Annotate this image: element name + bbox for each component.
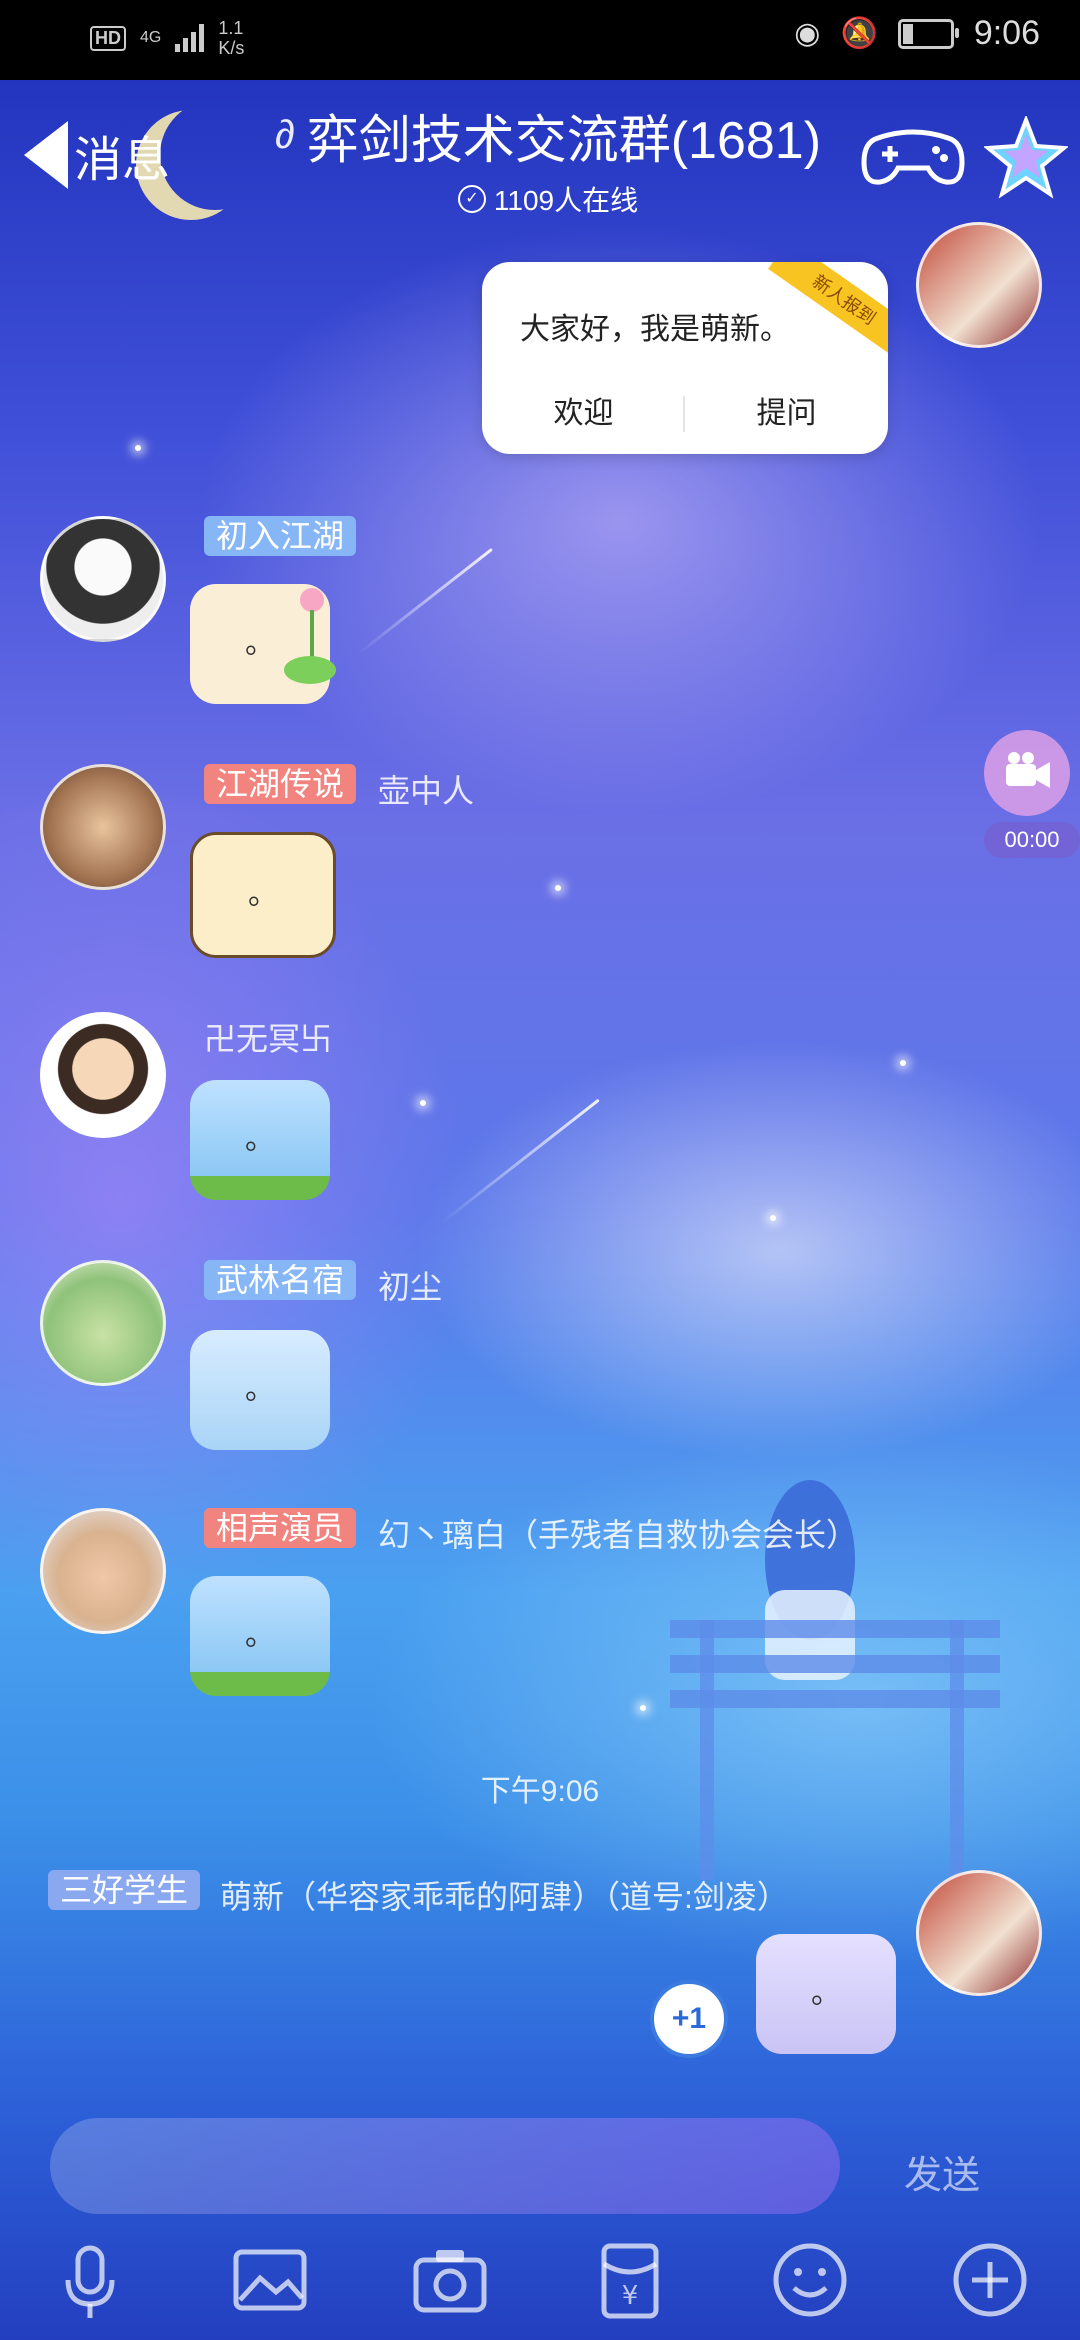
member-title-tag: 相声演员 xyxy=(204,1508,357,1548)
camera-icon[interactable] xyxy=(410,2240,490,2320)
new-member-card: 新人报到 大家好，我是萌新。 欢迎 提问 xyxy=(482,262,888,454)
message-input[interactable] xyxy=(50,2118,840,2214)
self-message-bubble[interactable]: 。 xyxy=(756,1934,896,2054)
sparkle xyxy=(770,1215,776,1221)
earpiece-icon: ∂ xyxy=(274,113,295,157)
shooting-star xyxy=(440,1098,600,1225)
member-title-tag: 武林名宿 xyxy=(204,1260,357,1300)
clock: 9:06 xyxy=(973,14,1040,52)
plus-icon[interactable] xyxy=(950,2240,1030,2320)
message-bubble[interactable]: 。 xyxy=(190,1330,330,1450)
video-call-timer: 00:00 xyxy=(984,822,1080,858)
avatar-self[interactable] xyxy=(916,1870,1042,1996)
message-bubble[interactable]: 。 xyxy=(190,1576,330,1696)
battery-icon xyxy=(897,18,959,49)
member-title-tag: 初入江湖 xyxy=(204,516,357,556)
group-title: 弈剑技术交流群(1681) xyxy=(306,112,822,170)
member-nickname: 壶中人 xyxy=(378,773,475,809)
emoji-icon[interactable] xyxy=(770,2240,850,2320)
message-timestamp: 下午9:06 xyxy=(480,1775,600,1808)
back-label: 消息 xyxy=(74,134,171,187)
member-nickname: 初尘 xyxy=(378,1269,443,1305)
send-button[interactable]: 发送 xyxy=(904,2144,980,2199)
mic-icon[interactable] xyxy=(50,2240,130,2320)
bottom-toolbar: ¥ xyxy=(0,2230,1080,2340)
member-nickname: 幻丶璃白（手残者自救协会会长） xyxy=(378,1517,859,1553)
sparkle xyxy=(420,1100,426,1106)
chat-header: 消息 ∂ 弈剑技术交流群(1681) ✓ 1109人在线 xyxy=(0,80,1080,230)
avatar-self-top[interactable] xyxy=(916,222,1042,348)
game-controller-icon[interactable] xyxy=(858,120,968,190)
message-bubble[interactable]: 。 xyxy=(190,1080,330,1200)
sparkle xyxy=(900,1060,906,1066)
sparkle xyxy=(135,445,141,451)
mute-bell-icon: 🔕 xyxy=(840,17,878,50)
image-icon[interactable] xyxy=(230,2240,310,2320)
hd-indicator: HD xyxy=(90,25,126,51)
eye-comfort-icon: ◉ xyxy=(794,17,821,50)
self-title-tag: 三好学生 xyxy=(48,1870,201,1910)
video-camera-icon xyxy=(1006,752,1050,788)
back-button[interactable]: 消息 xyxy=(24,120,170,190)
online-check-icon: ✓ xyxy=(457,185,486,213)
red-packet-icon[interactable]: ¥ xyxy=(590,2240,670,2320)
avatar[interactable] xyxy=(40,1508,166,1634)
network-speed: 1.1 K/s xyxy=(218,18,244,58)
sparkle xyxy=(640,1705,646,1711)
signal-icon xyxy=(175,24,205,52)
ask-button[interactable]: 提问 xyxy=(685,374,888,454)
star-icon[interactable] xyxy=(984,116,1068,200)
status-bar: HD 4G 1.1 K/s ◉ 🔕 9:06 xyxy=(0,0,1080,80)
network-speed-value: 1.1 xyxy=(218,18,244,38)
svg-text:¥: ¥ xyxy=(622,2281,639,2311)
online-status: ✓ 1109人在线 xyxy=(258,179,838,219)
message-bubble[interactable]: 。 xyxy=(190,832,336,958)
moon-decoration xyxy=(160,100,270,210)
new-member-message: 大家好，我是萌新。 xyxy=(520,313,790,346)
plus-one-button[interactable]: +1 xyxy=(650,1980,728,2058)
avatar[interactable] xyxy=(40,1012,166,1138)
online-count: 1109人在线 xyxy=(493,185,639,216)
network-speed-unit: K/s xyxy=(218,38,245,58)
avatar[interactable] xyxy=(40,1260,166,1386)
member-nickname: 卍无冥卐 xyxy=(204,1021,333,1057)
welcome-button[interactable]: 欢迎 xyxy=(482,374,685,454)
avatar[interactable] xyxy=(40,764,166,890)
avatar[interactable] xyxy=(40,516,166,642)
sparkle xyxy=(555,885,561,891)
back-arrow-icon xyxy=(24,121,68,189)
video-call-button[interactable] xyxy=(984,730,1070,816)
member-title-tag: 江湖传说 xyxy=(204,764,357,804)
self-nickname: 萌新（华容家乖乖的阿肆）（道号:剑凌） xyxy=(220,1879,789,1915)
group-title-area[interactable]: ∂ 弈剑技术交流群(1681) ✓ 1109人在线 xyxy=(258,98,838,219)
shooting-star xyxy=(357,547,493,656)
network-type: 4G xyxy=(140,29,162,46)
lotus-decoration xyxy=(284,588,336,684)
